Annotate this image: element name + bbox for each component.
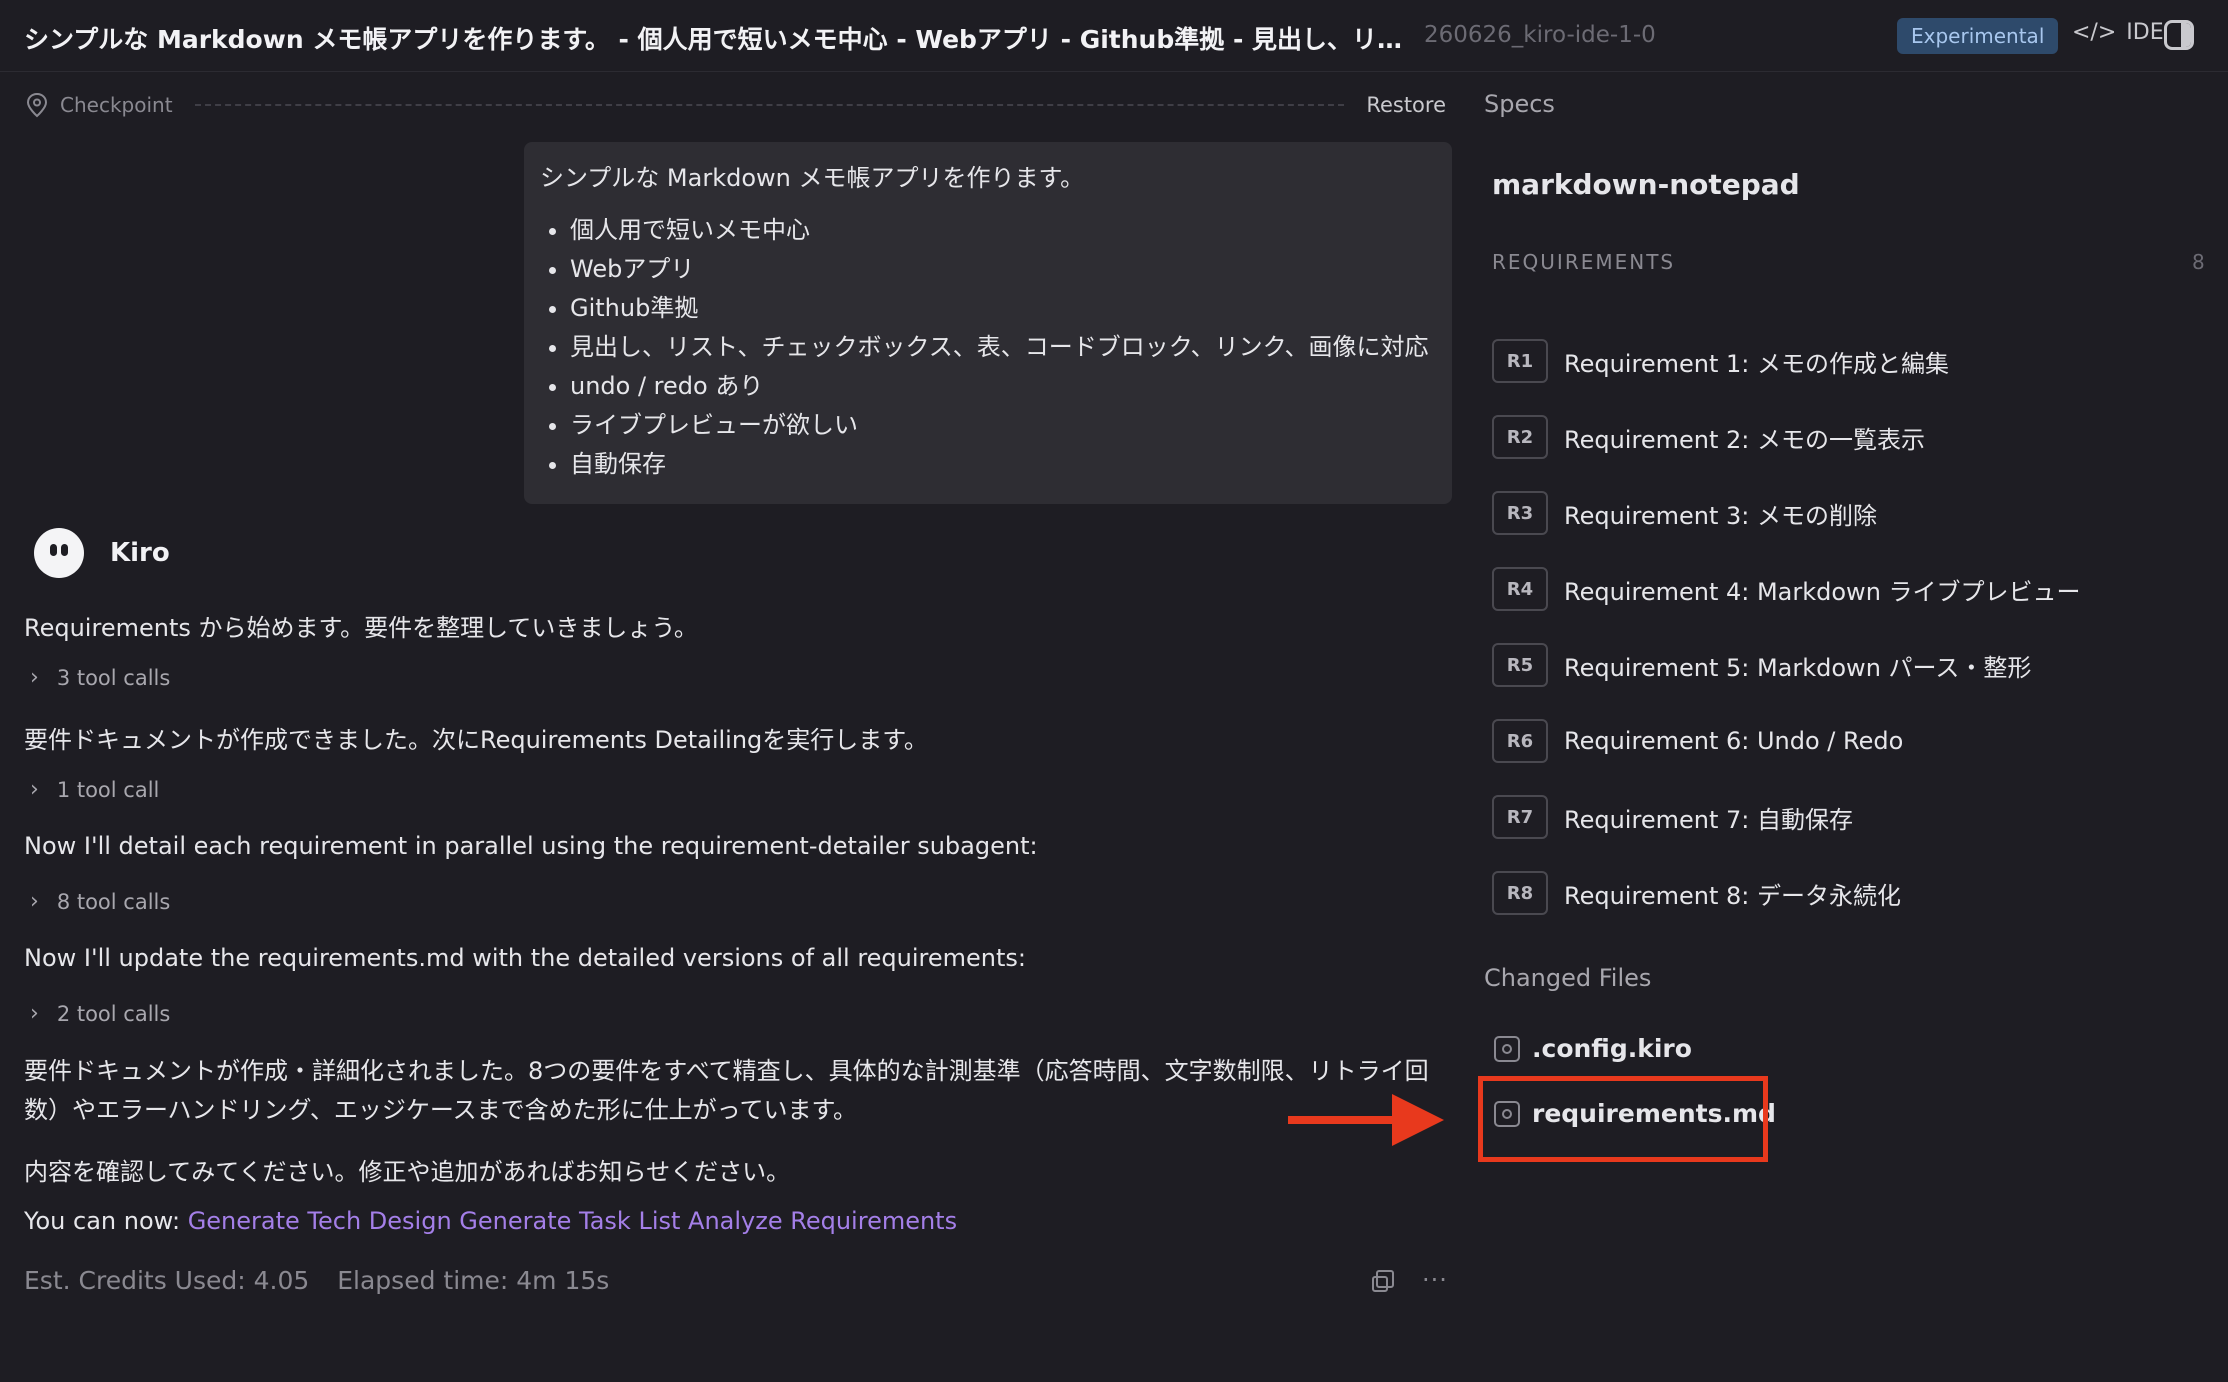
highlight-box bbox=[1478, 1076, 1768, 1162]
tool-calls-label: 2 tool calls bbox=[56, 1001, 171, 1026]
requirements-list: R1 Requirement 1: メモの作成と編集 R2 Requiremen… bbox=[1492, 323, 2081, 931]
requirement-label: Requirement 3: メモの削除 bbox=[1564, 501, 1877, 530]
requirement-tag: R7 bbox=[1492, 795, 1548, 839]
assistant-message: Now I'll detail each requirement in para… bbox=[24, 832, 1038, 860]
assistant-header: Kiro bbox=[34, 528, 170, 578]
red-arrow-icon bbox=[1288, 1094, 1444, 1146]
chevron-right-icon: › bbox=[30, 1001, 39, 1026]
requirement-item-r8[interactable]: R8 Requirement 8: データ永続化 bbox=[1492, 855, 2081, 931]
chevron-right-icon: › bbox=[30, 665, 39, 690]
requirement-label: Requirement 2: メモの一覧表示 bbox=[1564, 425, 1925, 454]
requirement-label: Requirement 8: データ永続化 bbox=[1564, 881, 1901, 910]
usage-meta: Est. Credits Used: 4.05 Elapsed time: 4m… bbox=[24, 1266, 629, 1295]
requirement-label: Requirement 7: 自動保存 bbox=[1564, 805, 1853, 834]
requirement-item-r2[interactable]: R2 Requirement 2: メモの一覧表示 bbox=[1492, 399, 2081, 475]
specs-label: Specs bbox=[1484, 90, 1555, 118]
chevron-right-icon: › bbox=[30, 889, 39, 914]
assistant-message: Now I'll update the requirements.md with… bbox=[24, 944, 1026, 972]
requirement-tag: R8 bbox=[1492, 871, 1548, 915]
file-name: .config.kiro bbox=[1532, 1034, 1692, 1063]
generate-task-list-link[interactable]: Generate Task List bbox=[459, 1207, 680, 1235]
requirement-item-r3[interactable]: R3 Requirement 3: メモの削除 bbox=[1492, 475, 2081, 551]
requirement-item-r6[interactable]: R6 Requirement 6: Undo / Redo bbox=[1492, 703, 2081, 779]
assistant-message: 要件ドキュメントが作成できました。次にRequirements Detailin… bbox=[24, 726, 928, 754]
chat-title: シンプルな Markdown メモ帳アプリを作ります。 - 個人用で短いメモ中心… bbox=[24, 25, 1424, 54]
requirement-item-r7[interactable]: R7 Requirement 7: 自動保存 bbox=[1492, 779, 2081, 855]
next-actions: You can now: Generate Tech Design Genera… bbox=[24, 1207, 957, 1235]
requirement-item-r4[interactable]: R4 Requirement 4: Markdown ライブプレビュー bbox=[1492, 551, 2081, 627]
tool-calls-toggle[interactable]: › 2 tool calls bbox=[30, 1001, 170, 1026]
tool-calls-label: 3 tool calls bbox=[56, 665, 171, 690]
tool-calls-toggle[interactable]: › 8 tool calls bbox=[30, 889, 170, 914]
generate-tech-design-link[interactable]: Generate Tech Design bbox=[188, 1207, 452, 1235]
requirement-label: Requirement 4: Markdown ライブプレビュー bbox=[1564, 577, 2081, 606]
assistant-message: 内容を確認してみてください。修正や追加があればお知らせください。 bbox=[24, 1158, 791, 1186]
next-actions-prefix: You can now: bbox=[24, 1207, 181, 1235]
title-bar: シンプルな Markdown メモ帳アプリを作ります。 - 個人用で短いメモ中心… bbox=[0, 0, 2228, 72]
file-icon bbox=[1494, 1035, 1520, 1062]
tool-calls-label: 1 tool call bbox=[56, 777, 160, 802]
requirement-label: Requirement 6: Undo / Redo bbox=[1564, 727, 1904, 755]
spec-name[interactable]: markdown-notepad bbox=[1492, 168, 1800, 201]
list-item: Webアプリ bbox=[570, 250, 1436, 289]
requirement-item-r5[interactable]: R5 Requirement 5: Markdown パース・整形 bbox=[1492, 627, 2081, 703]
requirement-label: Requirement 5: Markdown パース・整形 bbox=[1564, 653, 2032, 682]
list-item: undo / redo あり bbox=[570, 367, 1436, 406]
requirements-header: REQUIREMENTS bbox=[1492, 250, 1676, 274]
ide-label: IDE bbox=[2126, 20, 2164, 45]
restore-button[interactable]: Restore bbox=[1366, 93, 1446, 117]
requirement-tag: R6 bbox=[1492, 719, 1548, 763]
list-item: 自動保存 bbox=[570, 445, 1436, 484]
requirement-tag: R4 bbox=[1492, 567, 1548, 611]
analyze-requirements-link[interactable]: Analyze Requirements bbox=[688, 1207, 957, 1235]
experimental-badge: Experimental bbox=[1897, 18, 2059, 54]
copy-icon[interactable] bbox=[1372, 1270, 1394, 1292]
requirement-label: Requirement 1: メモの作成と編集 bbox=[1564, 349, 1949, 378]
requirements-count: 8 bbox=[2192, 250, 2205, 274]
tool-calls-toggle[interactable]: › 3 tool calls bbox=[30, 665, 170, 690]
credits-used: Est. Credits Used: 4.05 bbox=[24, 1266, 310, 1295]
ide-button[interactable]: </> IDE bbox=[2072, 20, 2164, 45]
panel-toggle-icon[interactable] bbox=[2164, 20, 2194, 50]
list-item: 個人用で短いメモ中心 bbox=[570, 211, 1436, 250]
requirement-tag: R1 bbox=[1492, 339, 1548, 383]
checkpoint-divider bbox=[194, 104, 1345, 106]
requirement-tag: R5 bbox=[1492, 643, 1548, 687]
assistant-message: Requirements から始めます。要件を整理していきましょう。 bbox=[24, 614, 698, 642]
list-item: ライブプレビューが欲しい bbox=[570, 406, 1436, 445]
requirement-tag: R3 bbox=[1492, 491, 1548, 535]
list-item: 見出し、リスト、チェックボックス、表、コードブロック、リンク、画像に対応 bbox=[570, 328, 1436, 367]
tool-calls-toggle[interactable]: › 1 tool call bbox=[30, 777, 159, 802]
assistant-message: 要件ドキュメントが作成・詳細化されました。8つの要件をすべて精査し、具体的な計測… bbox=[24, 1057, 1429, 1124]
changed-file-config[interactable]: .config.kiro bbox=[1494, 1034, 1692, 1063]
checkpoint-row: Checkpoint Restore bbox=[26, 90, 1446, 120]
requirement-tag: R2 bbox=[1492, 415, 1548, 459]
user-message-intro: シンプルな Markdown メモ帳アプリを作ります。 bbox=[540, 164, 1085, 192]
chevron-right-icon: › bbox=[30, 777, 39, 802]
kiro-avatar-icon bbox=[34, 528, 84, 578]
elapsed-time: Elapsed time: 4m 15s bbox=[337, 1266, 610, 1295]
session-id: 260626_kiro-ide-1-0 bbox=[1424, 22, 1656, 48]
tool-calls-label: 8 tool calls bbox=[56, 889, 171, 914]
location-pin-icon bbox=[26, 92, 48, 118]
user-message: シンプルな Markdown メモ帳アプリを作ります。 個人用で短いメモ中心 W… bbox=[524, 142, 1452, 504]
list-item: Github準拠 bbox=[570, 289, 1436, 328]
changed-files-label: Changed Files bbox=[1484, 964, 1652, 992]
user-message-list: 個人用で短いメモ中心 Webアプリ Github準拠 見出し、リスト、チェックボ… bbox=[540, 211, 1436, 484]
assistant-name: Kiro bbox=[110, 538, 170, 568]
requirement-item-r1[interactable]: R1 Requirement 1: メモの作成と編集 bbox=[1492, 323, 2081, 399]
checkpoint-label: Checkpoint bbox=[60, 93, 173, 117]
code-icon: </> bbox=[2072, 20, 2117, 45]
more-icon[interactable]: ··· bbox=[1422, 1266, 1448, 1294]
